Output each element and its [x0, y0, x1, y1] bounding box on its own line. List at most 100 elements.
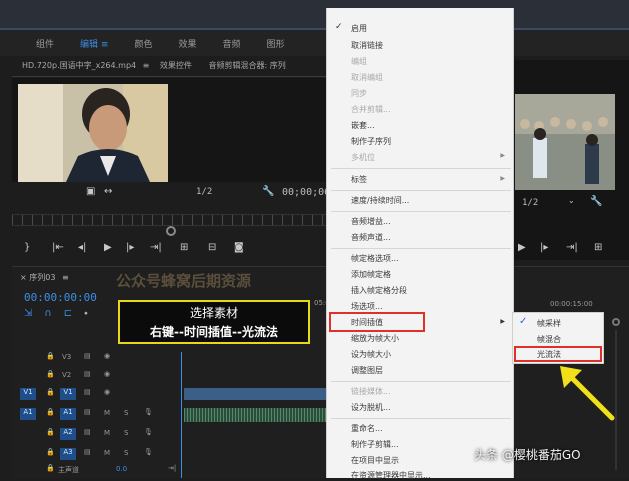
- menu-item-make-offline[interactable]: 设为脱机...: [351, 402, 391, 413]
- goto-out-icon[interactable]: ⇥|: [566, 242, 578, 253]
- insert-icon[interactable]: ⊞: [594, 242, 602, 253]
- menu-item-adjustment-layer[interactable]: 调整图层: [351, 365, 383, 376]
- insert-icon[interactable]: ⊞: [180, 242, 188, 253]
- tab-audio-clip-mixer[interactable]: 音频剪辑混合器: 序列: [208, 61, 285, 70]
- menu-item-make-subclip[interactable]: 制作子剪辑...: [351, 439, 399, 450]
- workspace-tab-editing[interactable]: 编辑 ≡: [80, 37, 108, 50]
- lock-icon[interactable]: 🔒: [46, 370, 55, 378]
- menu-item-frame-hold-options[interactable]: 帧定格选项...: [351, 253, 399, 264]
- master-volume[interactable]: 0.0: [116, 465, 127, 473]
- eye-icon[interactable]: ◉: [104, 388, 110, 396]
- submenu-item-frame-blending[interactable]: 帧混合: [537, 334, 561, 345]
- lock-icon[interactable]: 🔒: [46, 388, 55, 396]
- menu-item-nest[interactable]: 嵌套...: [351, 120, 375, 131]
- mute-button[interactable]: M: [104, 429, 110, 437]
- film-icon[interactable]: ▤: [84, 388, 91, 396]
- film-icon[interactable]: ▤: [84, 408, 91, 416]
- tab-source-clip[interactable]: HD.720p.国语中字_x264.mp4: [22, 61, 136, 70]
- track-name-a3[interactable]: A3: [60, 448, 76, 460]
- menu-item-scale-to-frame-size[interactable]: 缩放为帧大小: [351, 333, 399, 344]
- source-zoom-select[interactable]: 1/2: [196, 187, 212, 197]
- film-icon[interactable]: ▤: [84, 448, 91, 456]
- menu-item-reveal-in-explorer[interactable]: 在资源管理器中显示...: [351, 470, 431, 481]
- source-patch-v1[interactable]: V1: [20, 388, 36, 400]
- lock-icon[interactable]: 🔒: [46, 464, 55, 472]
- audio-clip[interactable]: [184, 408, 326, 422]
- workspace-tab-assembly[interactable]: 组件: [36, 37, 54, 50]
- microphone-icon[interactable]: 🎙: [144, 448, 153, 456]
- wrench-icon[interactable]: 🔧: [262, 186, 274, 197]
- insert-marker-icon[interactable]: ▣: [86, 186, 95, 197]
- goto-out-icon[interactable]: ⇥|: [150, 242, 162, 253]
- eye-icon[interactable]: ◉: [104, 352, 110, 360]
- film-icon[interactable]: ▤: [84, 370, 91, 378]
- goto-in-icon[interactable]: |⇤: [52, 242, 64, 253]
- source-ruler[interactable]: [12, 214, 326, 226]
- source-patch-a1[interactable]: A1: [20, 408, 36, 420]
- step-forward-icon[interactable]: |▸: [540, 242, 548, 253]
- menu-item-audio-gain[interactable]: 音频增益...: [351, 216, 391, 227]
- menu-item-rename[interactable]: 重命名...: [351, 423, 383, 434]
- tab-effect-controls[interactable]: 效果控件: [160, 61, 192, 70]
- snap-icon[interactable]: ⇲: [24, 308, 44, 319]
- program-zoom-select[interactable]: 1/2: [522, 198, 538, 208]
- microphone-icon[interactable]: 🎙: [144, 428, 153, 436]
- menu-item-unlink[interactable]: 取消链接: [351, 40, 383, 51]
- step-forward-icon[interactable]: |▸: [126, 242, 134, 253]
- menu-item-field-options[interactable]: 场选项...: [351, 301, 383, 312]
- workspace-tab-color[interactable]: 颜色: [134, 37, 152, 50]
- menu-item-label[interactable]: 标签: [351, 174, 367, 185]
- track-name-v1[interactable]: V1: [60, 388, 76, 400]
- menu-item-speed-duration[interactable]: 速度/持续时间...: [351, 195, 409, 206]
- step-back-icon[interactable]: ◂|: [78, 242, 86, 253]
- menu-item-add-frame-hold[interactable]: 添加帧定格: [351, 269, 391, 280]
- solo-button[interactable]: S: [124, 449, 128, 457]
- mark-out-icon[interactable]: }: [24, 242, 30, 253]
- close-icon[interactable]: ×: [20, 273, 27, 282]
- submenu-item-optical-flow[interactable]: 光流法: [537, 349, 561, 360]
- menu-lines-icon[interactable]: ≡: [62, 273, 69, 282]
- goto-out-icon[interactable]: ⇥|: [168, 464, 176, 472]
- fit-icon[interactable]: ↔: [104, 186, 112, 197]
- video-clip[interactable]: [184, 388, 326, 400]
- lock-icon[interactable]: 🔒: [46, 408, 55, 416]
- solo-button[interactable]: S: [124, 409, 128, 417]
- play-icon[interactable]: ▶: [104, 242, 112, 253]
- menu-item-audio-channels[interactable]: 音频声道...: [351, 232, 391, 243]
- microphone-icon[interactable]: 🎙: [144, 408, 153, 416]
- solo-button[interactable]: S: [124, 429, 128, 437]
- camera-icon[interactable]: ◙: [234, 242, 244, 253]
- lock-icon[interactable]: 🔒: [46, 352, 55, 360]
- eye-icon[interactable]: ◉: [104, 370, 110, 378]
- wrench-icon[interactable]: 🔧: [590, 196, 602, 207]
- workspace-tab-audio[interactable]: 音频: [222, 37, 240, 50]
- menu-item-enable[interactable]: 启用: [351, 23, 367, 34]
- workspace-tab-graphics[interactable]: 图形: [267, 37, 285, 50]
- menu-lines-icon[interactable]: ≡: [143, 61, 150, 70]
- mute-button[interactable]: M: [104, 409, 110, 417]
- timeline-timecode[interactable]: 00:00:00:00: [24, 291, 97, 304]
- menu-item-insert-frame-hold-segment[interactable]: 插入帧定格分段: [351, 285, 407, 296]
- timeline-tab[interactable]: × 序列03 ≡: [20, 272, 69, 283]
- playhead-handle[interactable]: [166, 226, 176, 236]
- submenu-item-frame-sampling[interactable]: 帧采样: [537, 318, 561, 329]
- track-name-a2[interactable]: A2: [60, 428, 76, 440]
- film-icon[interactable]: ▤: [84, 352, 91, 360]
- marker-icon[interactable]: ⬩: [84, 308, 100, 319]
- menu-item-time-interpolation[interactable]: 时间插值: [351, 317, 383, 328]
- workspace-tab-effects[interactable]: 效果: [178, 37, 196, 50]
- mute-button[interactable]: M: [104, 449, 110, 457]
- magnet-icon[interactable]: ∩: [44, 308, 63, 319]
- linked-icon[interactable]: ⊏: [64, 308, 84, 319]
- scroll-handle[interactable]: [612, 318, 620, 326]
- menu-item-set-to-frame-size[interactable]: 设为帧大小: [351, 349, 391, 360]
- menu-item-reveal-in-project[interactable]: 在项目中显示: [351, 455, 399, 466]
- film-icon[interactable]: ▤: [84, 428, 91, 436]
- menu-item-make-subsequence[interactable]: 制作子序列: [351, 136, 391, 147]
- overwrite-icon[interactable]: ⊟: [208, 242, 216, 253]
- lock-icon[interactable]: 🔒: [46, 448, 55, 456]
- lock-icon[interactable]: 🔒: [46, 428, 55, 436]
- dropdown-icon[interactable]: ⌄: [568, 196, 575, 205]
- play-icon[interactable]: ▶: [518, 242, 526, 253]
- track-name-a1[interactable]: A1: [60, 408, 76, 420]
